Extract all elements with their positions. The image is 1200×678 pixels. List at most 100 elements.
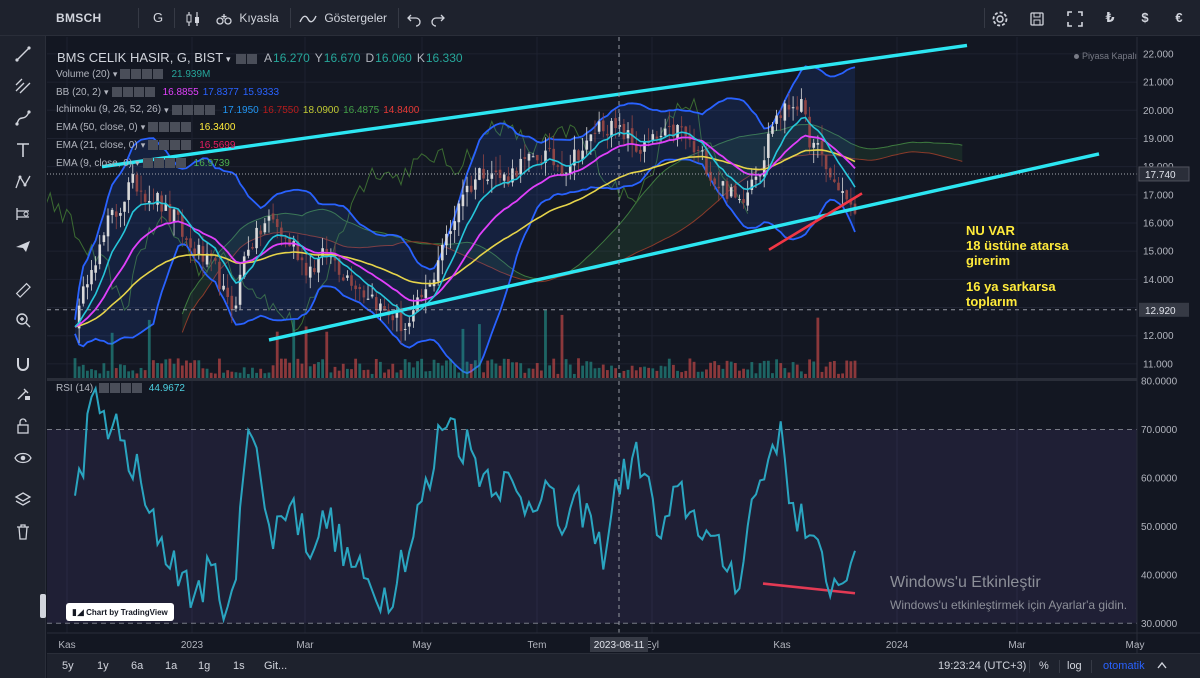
zoom-in-icon[interactable] bbox=[9, 306, 37, 334]
candle-body bbox=[90, 269, 93, 285]
log-scale-toggle[interactable]: log bbox=[1067, 654, 1082, 678]
range-button-1a[interactable]: 1a bbox=[165, 654, 177, 678]
settings-button[interactable] bbox=[991, 0, 1009, 36]
ohlc-value-y: 16.670 bbox=[323, 51, 361, 65]
legend-buttons[interactable] bbox=[120, 69, 164, 80]
legend-buttons[interactable] bbox=[171, 104, 216, 115]
volume-bar bbox=[127, 371, 131, 378]
range-button-Git[interactable]: Git... bbox=[264, 654, 287, 678]
volume-bar bbox=[572, 373, 576, 378]
eye-icon[interactable] bbox=[9, 444, 37, 472]
volume-bar bbox=[705, 369, 708, 378]
airplane-icon[interactable] bbox=[9, 232, 37, 260]
currency-try-button[interactable]: ₺ bbox=[1099, 8, 1121, 28]
range-button-1g[interactable]: 1g bbox=[198, 654, 210, 678]
candle-body bbox=[560, 164, 564, 175]
chevron-down-icon[interactable]: ▾ bbox=[141, 140, 146, 150]
legend-buttons[interactable] bbox=[142, 157, 187, 169]
indicator-label[interactable]: EMA (9, close, 0) bbox=[56, 158, 132, 169]
rsi-label[interactable]: RSI (14) bbox=[56, 383, 93, 394]
indicator-label[interactable]: Ichimoku (9, 26, 52, 26) bbox=[56, 105, 161, 116]
range-button-5y[interactable]: 5y bbox=[62, 654, 74, 678]
forecast-icon[interactable] bbox=[9, 200, 37, 228]
volume-bar bbox=[548, 365, 552, 378]
symbol-search[interactable]: BMSCH bbox=[56, 0, 102, 36]
pattern-icon[interactable] bbox=[9, 168, 37, 196]
chevron-down-icon[interactable]: ▾ bbox=[164, 105, 169, 115]
interval-button[interactable]: G bbox=[153, 0, 163, 36]
clock[interactable]: 19:23:24 (UTC+3) bbox=[938, 654, 1026, 678]
volume-bar bbox=[725, 360, 729, 378]
chart-area[interactable]: 22.00021.00020.00019.00018.00017.00016.0… bbox=[47, 37, 1200, 653]
chevron-down-icon[interactable]: ▾ bbox=[226, 54, 231, 64]
volume-bar bbox=[222, 372, 225, 378]
redo-button[interactable] bbox=[430, 0, 446, 36]
volume-bar bbox=[812, 361, 816, 378]
text-tool-icon[interactable] bbox=[9, 136, 37, 164]
volume-bar bbox=[81, 364, 85, 378]
rsi-tick-label: 80.0000 bbox=[1141, 377, 1178, 388]
candle-body bbox=[403, 328, 407, 330]
volume-bar bbox=[263, 373, 267, 378]
candle-body bbox=[465, 185, 469, 193]
chevron-down-icon[interactable]: ▾ bbox=[104, 87, 109, 97]
indicator-row: Volume (20) ▾ 21.939M bbox=[56, 69, 210, 80]
currency-usd-button[interactable]: $ bbox=[1134, 8, 1156, 28]
ohlc-value-d: 16.060 bbox=[375, 51, 412, 65]
currency-eur-button[interactable]: € bbox=[1168, 8, 1190, 28]
legend-buttons[interactable] bbox=[148, 122, 192, 133]
volume-bar bbox=[783, 368, 787, 378]
series-title[interactable]: BMS CELIK HASIR, G, BIST bbox=[57, 50, 223, 65]
volume-bar bbox=[498, 365, 502, 378]
tradingview-logo[interactable]: ▮◢ Chart by TradingView bbox=[66, 603, 174, 621]
legend-buttons[interactable] bbox=[236, 54, 258, 65]
legend-buttons[interactable] bbox=[99, 383, 143, 394]
time-tick-label: 2024 bbox=[886, 640, 909, 651]
compare-button[interactable]: Kıyasla bbox=[214, 0, 279, 36]
collapse-toolbar-handle[interactable] bbox=[40, 594, 46, 618]
scroll-left-button[interactable] bbox=[1157, 654, 1167, 678]
range-button-6a[interactable]: 6a bbox=[131, 654, 143, 678]
chevron-down-icon[interactable]: ▾ bbox=[135, 158, 140, 168]
indicator-label[interactable]: Volume (20) bbox=[56, 69, 110, 80]
legend-buttons[interactable] bbox=[111, 87, 156, 98]
candle-body bbox=[313, 268, 316, 273]
path-icon[interactable] bbox=[9, 104, 37, 132]
indicator-label[interactable]: EMA (50, close, 0) bbox=[56, 122, 138, 133]
percent-scale-toggle[interactable]: % bbox=[1039, 654, 1049, 678]
lock-icon[interactable] bbox=[9, 412, 37, 440]
chevron-down-icon[interactable]: ▾ bbox=[113, 69, 118, 79]
fullscreen-icon bbox=[1067, 11, 1083, 27]
lock-drawings-icon[interactable] bbox=[9, 380, 37, 408]
annotation-text-stop[interactable]: 16 ya sarkarsa toplarım bbox=[966, 279, 1056, 309]
volume-bar bbox=[651, 368, 655, 378]
volume-bar bbox=[312, 364, 316, 378]
indicators-button[interactable]: Göstergeler bbox=[298, 0, 387, 36]
auto-scale-toggle[interactable]: otomatik bbox=[1103, 654, 1145, 678]
trend-line-icon[interactable] bbox=[9, 40, 37, 68]
rsi-tick-label: 50.0000 bbox=[1141, 522, 1178, 533]
fullscreen-button[interactable] bbox=[1066, 0, 1084, 36]
indicator-label[interactable]: EMA (21, close, 0) bbox=[56, 140, 138, 151]
candle-body bbox=[779, 115, 783, 119]
magnet-icon[interactable] bbox=[9, 350, 37, 378]
undo-button[interactable] bbox=[406, 0, 422, 36]
volume-bar bbox=[564, 359, 568, 378]
candle-body bbox=[366, 298, 370, 300]
trash-icon[interactable] bbox=[9, 518, 37, 546]
candle-body bbox=[436, 260, 440, 282]
save-button[interactable] bbox=[1028, 0, 1046, 36]
chevron-down-icon[interactable]: ▾ bbox=[141, 122, 146, 132]
legend-buttons[interactable] bbox=[148, 140, 192, 151]
indicator-label[interactable]: BB (20, 2) bbox=[56, 87, 101, 98]
volume-bar bbox=[246, 373, 250, 378]
ruler-icon[interactable] bbox=[9, 276, 37, 304]
range-button-1y[interactable]: 1y bbox=[97, 654, 109, 678]
indicator-row: Ichimoku (9, 26, 52, 26) ▾ 17.1950 16.7550 1… bbox=[56, 104, 419, 116]
range-button-1s[interactable]: 1s bbox=[233, 654, 245, 678]
layers-icon[interactable] bbox=[9, 486, 37, 514]
toolbar-divider bbox=[1059, 660, 1060, 673]
chart-style-button[interactable] bbox=[184, 0, 202, 36]
fib-retracement-icon[interactable] bbox=[9, 72, 37, 100]
annotation-text-entry[interactable]: NU VAR 18 üstüne atarsa girerim bbox=[966, 223, 1069, 268]
